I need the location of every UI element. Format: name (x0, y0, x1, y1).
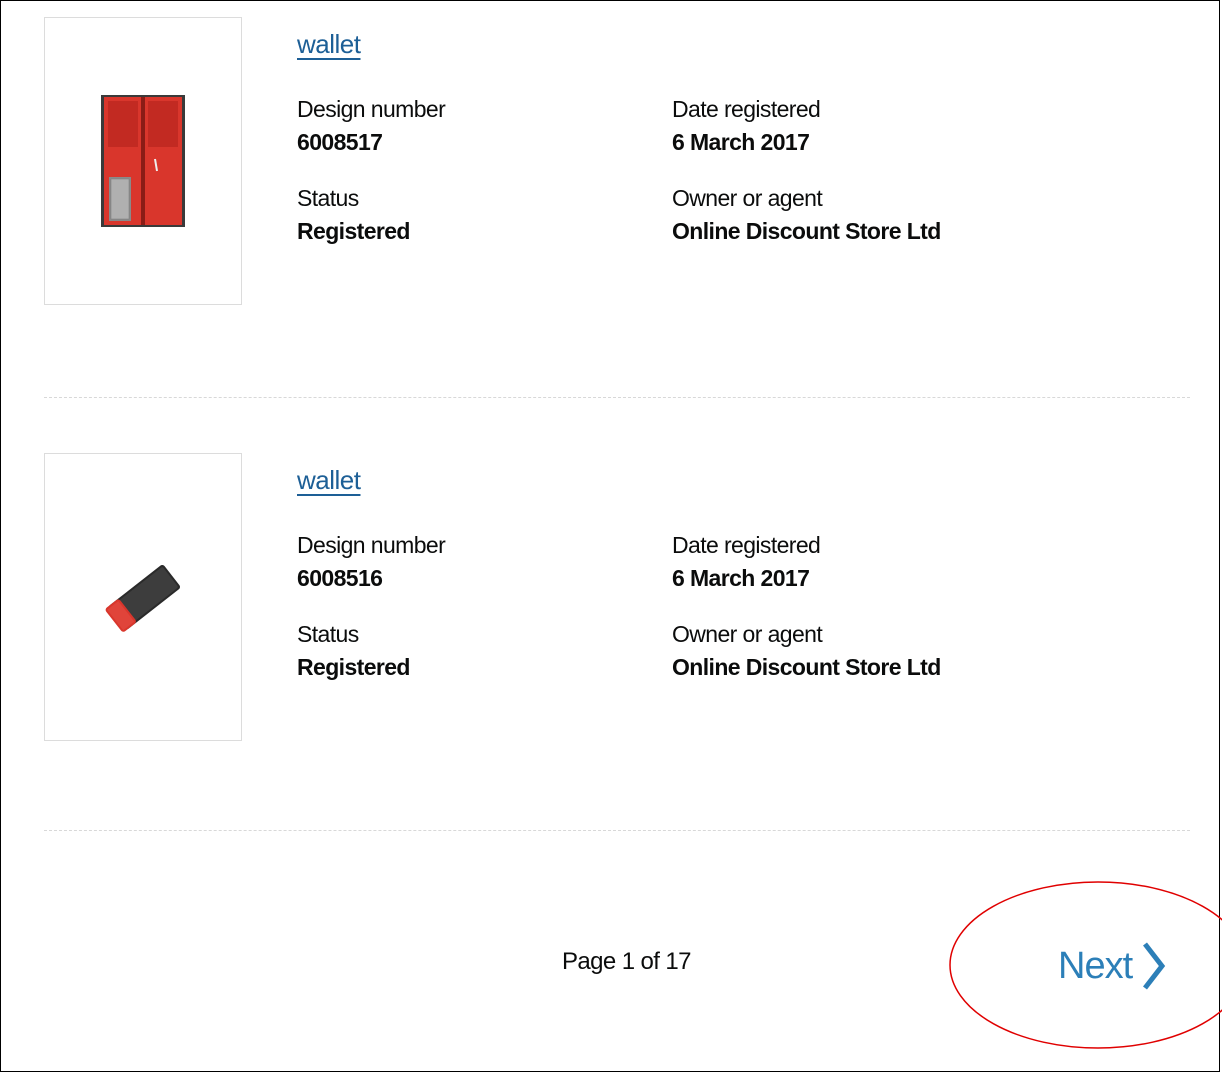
status-value: Registered (297, 218, 410, 244)
design-number-label: Design number (297, 532, 446, 558)
design-number-field: Design number 6008517 (297, 96, 446, 155)
chevron-right-icon (1143, 942, 1166, 990)
black-red-closed-wallet-image (105, 565, 181, 632)
result-divider (44, 397, 1190, 398)
design-number-value: 6008516 (297, 565, 383, 591)
red-open-wallet-image (101, 95, 185, 227)
design-number-value: 6008517 (297, 129, 383, 155)
result-title-link[interactable]: wallet (297, 29, 361, 60)
status-field: Status Registered (297, 623, 410, 679)
date-registered-value: 6 March 2017 (672, 129, 810, 155)
status-field: Status Registered (297, 187, 410, 243)
status-label: Status (297, 621, 359, 647)
owner-label: Owner or agent (672, 621, 823, 647)
date-registered-label: Date registered (672, 532, 821, 558)
owner-value: Online Discount Store Ltd (672, 654, 941, 680)
owner-label: Owner or agent (672, 185, 823, 211)
result-thumbnail[interactable] (44, 453, 242, 741)
owner-value: Online Discount Store Ltd (672, 218, 941, 244)
next-label: Next (1058, 944, 1133, 987)
result-title-link[interactable]: wallet (297, 465, 361, 496)
owner-field: Owner or agent Online Discount Store Ltd (672, 623, 941, 679)
status-value: Registered (297, 654, 410, 680)
result-thumbnail[interactable] (44, 17, 242, 305)
next-page-link[interactable]: Next (1058, 940, 1168, 992)
owner-field: Owner or agent Online Discount Store Ltd (672, 187, 941, 243)
design-number-label: Design number (297, 96, 446, 122)
date-registered-field: Date registered 6 March 2017 (672, 532, 821, 591)
pagination-info: Page 1 of 17 (562, 948, 692, 975)
design-number-field: Design number 6008516 (297, 532, 446, 591)
result-divider (44, 830, 1190, 831)
date-registered-label: Date registered (672, 96, 821, 122)
date-registered-field: Date registered 6 March 2017 (672, 96, 821, 155)
status-label: Status (297, 185, 359, 211)
date-registered-value: 6 March 2017 (672, 565, 810, 591)
